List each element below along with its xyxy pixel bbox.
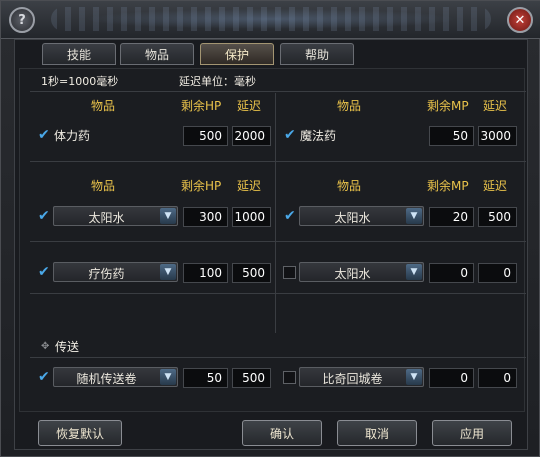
chevron-down-icon[interactable]: ▼ (406, 369, 422, 385)
teleport-left-delay[interactable]: 500 (232, 368, 271, 388)
mp-slot1-delay[interactable]: 500 (478, 207, 517, 227)
divider (30, 161, 526, 162)
apply-button[interactable]: 应用 (432, 420, 512, 446)
confirm-button[interactable]: 确认 (242, 420, 322, 446)
column-divider (275, 93, 276, 333)
header-delay: 延迟 (483, 179, 508, 193)
teleport-left-threshold[interactable]: 50 (183, 368, 228, 388)
teleport-left-dropdown[interactable]: 随机传送卷 ▼ (53, 367, 178, 387)
hp-slot2-threshold[interactable]: 100 (183, 263, 228, 283)
mp-threshold-input[interactable]: 50 (429, 126, 474, 146)
divider (30, 241, 526, 242)
title-ornament (51, 7, 491, 31)
check-icon[interactable]: ✔ (38, 265, 52, 279)
hp-slot1-dropdown[interactable]: 太阳水 ▼ (53, 206, 178, 226)
chevron-down-icon[interactable]: ▼ (406, 208, 422, 224)
title-bar[interactable]: ? ✕ (1, 1, 540, 39)
delay-unit-note: 延迟单位：毫秒 (179, 75, 256, 88)
header-item: 物品 (91, 179, 116, 193)
dropdown-value: 比奇回城卷 (322, 372, 383, 386)
bullet-icon: ✥ (41, 341, 50, 352)
dropdown-value: 疗伤药 (88, 267, 125, 281)
teleport-right-delay[interactable]: 0 (478, 368, 517, 388)
tab-items[interactable]: 物品 (120, 43, 194, 65)
hp-slot2-dropdown[interactable]: 疗伤药 ▼ (53, 262, 178, 282)
help-icon[interactable]: ? (9, 7, 35, 33)
divider (30, 357, 526, 358)
protection-settings-window: ? ✕ 技能 物品 保护 帮助 1秒=1000毫秒 延迟单位：毫秒 物品 剩余H… (0, 0, 540, 457)
chevron-down-icon[interactable]: ▼ (406, 264, 422, 280)
chevron-down-icon[interactable]: ▼ (160, 264, 176, 280)
dropdown-value: 太阳水 (334, 211, 371, 225)
divider (30, 91, 526, 92)
cancel-button[interactable]: 取消 (337, 420, 417, 446)
tab-help[interactable]: 帮助 (280, 43, 354, 65)
check-icon[interactable]: ✔ (38, 370, 52, 384)
time-conversion-note: 1秒=1000毫秒 (41, 75, 119, 88)
header-delay: 延迟 (483, 99, 508, 113)
divider (30, 293, 526, 294)
hp-delay-input[interactable]: 2000 (232, 126, 271, 146)
header-delay: 延迟 (237, 99, 262, 113)
hp-slot2-delay[interactable]: 500 (232, 263, 271, 283)
check-icon[interactable]: ✔ (284, 128, 298, 142)
header-item: 物品 (337, 179, 362, 193)
mp-delay-input[interactable]: 3000 (478, 126, 517, 146)
hp-slot1-threshold[interactable]: 300 (183, 207, 228, 227)
check-icon[interactable]: ✔ (284, 209, 298, 223)
mp-potion-label: 魔法药 (300, 129, 337, 143)
mp-slot2-threshold[interactable]: 0 (429, 263, 474, 283)
header-item: 物品 (337, 99, 362, 113)
teleport-right-threshold[interactable]: 0 (429, 368, 474, 388)
hp-slot1-delay[interactable]: 1000 (232, 207, 271, 227)
hp-threshold-input[interactable]: 500 (183, 126, 228, 146)
checkbox[interactable] (283, 266, 296, 279)
hp-potion-label: 体力药 (54, 129, 91, 143)
header-mp: 剩余MP (427, 99, 469, 113)
header-hp: 剩余HP (181, 99, 222, 113)
protection-content (19, 68, 525, 412)
checkbox[interactable] (283, 371, 296, 384)
chevron-down-icon[interactable]: ▼ (160, 369, 176, 385)
header-delay: 延迟 (237, 179, 262, 193)
mp-slot2-dropdown[interactable]: 太阳水 ▼ (299, 262, 424, 282)
header-item: 物品 (91, 99, 116, 113)
dropdown-value: 太阳水 (334, 267, 371, 281)
mp-slot1-threshold[interactable]: 20 (429, 207, 474, 227)
mp-slot1-dropdown[interactable]: 太阳水 ▼ (299, 206, 424, 226)
close-icon[interactable]: ✕ (507, 7, 533, 33)
teleport-right-dropdown[interactable]: 比奇回城卷 ▼ (299, 367, 424, 387)
tab-protection[interactable]: 保护 (200, 43, 274, 65)
header-hp: 剩余HP (181, 179, 222, 193)
check-icon[interactable]: ✔ (38, 128, 52, 142)
check-icon[interactable]: ✔ (38, 209, 52, 223)
dropdown-value: 太阳水 (88, 211, 125, 225)
restore-default-button[interactable]: 恢复默认 (38, 420, 122, 446)
mp-slot2-delay[interactable]: 0 (478, 263, 517, 283)
chevron-down-icon[interactable]: ▼ (160, 208, 176, 224)
dropdown-value: 随机传送卷 (76, 372, 137, 386)
header-mp: 剩余MP (427, 179, 469, 193)
teleport-title: 传送 (55, 340, 80, 354)
tab-skills[interactable]: 技能 (42, 43, 116, 65)
